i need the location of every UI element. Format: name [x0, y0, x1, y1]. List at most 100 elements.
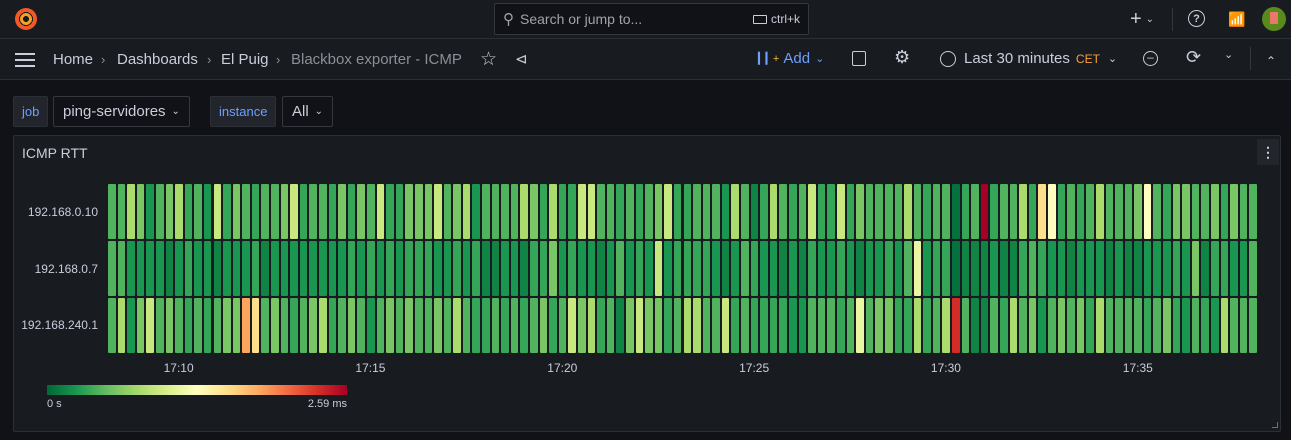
heatmap-cell[interactable]	[482, 298, 490, 353]
heatmap-cell[interactable]	[769, 184, 778, 239]
heatmap-cell[interactable]	[271, 241, 279, 296]
heatmap-cell[interactable]	[366, 298, 375, 353]
heatmap-cell[interactable]	[750, 241, 759, 296]
heatmap-cell[interactable]	[952, 298, 960, 353]
heatmap-cell[interactable]	[530, 298, 538, 353]
heatmap-cell[interactable]	[625, 298, 634, 353]
heatmap-cell[interactable]	[357, 241, 365, 296]
heatmap-cell[interactable]	[1124, 184, 1133, 239]
heatmap-cell[interactable]	[1249, 184, 1257, 239]
heatmap-cell[interactable]	[165, 241, 174, 296]
heatmap-cell[interactable]	[731, 298, 740, 353]
heatmap-cell[interactable]	[942, 298, 951, 353]
heatmap-cell[interactable]	[1201, 184, 1210, 239]
heatmap-cell[interactable]	[146, 241, 154, 296]
heatmap-cell[interactable]	[395, 184, 404, 239]
heatmap-cell[interactable]	[328, 184, 337, 239]
heatmap-cell[interactable]	[1153, 184, 1162, 239]
heatmap-cell[interactable]	[635, 298, 644, 353]
heatmap-cell[interactable]	[357, 298, 365, 353]
heatmap-cell[interactable]	[808, 241, 816, 296]
heatmap-cell[interactable]	[741, 298, 749, 353]
heatmap-cell[interactable]	[597, 298, 605, 353]
search-input[interactable]: ⚲ Search or jump to... ctrl+k	[494, 3, 809, 35]
heatmap-cell[interactable]	[261, 241, 270, 296]
heatmap-cell[interactable]	[1230, 298, 1238, 353]
heatmap-cell[interactable]	[980, 298, 989, 353]
heatmap-cell[interactable]	[280, 241, 289, 296]
heatmap-cell[interactable]	[884, 298, 893, 353]
heatmap-cell[interactable]	[434, 241, 442, 296]
heatmap-cell[interactable]	[194, 298, 202, 353]
heatmap-cell[interactable]	[155, 241, 164, 296]
heatmap-cell[interactable]	[961, 184, 970, 239]
heatmap-cell[interactable]	[136, 184, 145, 239]
heatmap-cell[interactable]	[414, 298, 423, 353]
heatmap-cell[interactable]	[539, 241, 548, 296]
heatmap-cell[interactable]	[654, 298, 663, 353]
heatmap-cell[interactable]	[606, 184, 615, 239]
heatmap-cell[interactable]	[961, 298, 970, 353]
heatmap-cell[interactable]	[462, 298, 471, 353]
heatmap-cell[interactable]	[702, 184, 711, 239]
heatmap-cell[interactable]	[597, 184, 605, 239]
heatmap-cell[interactable]	[568, 184, 576, 239]
heatmap-cell[interactable]	[280, 184, 289, 239]
heatmap-cell[interactable]	[1172, 184, 1181, 239]
heatmap-cell[interactable]	[453, 241, 461, 296]
heatmap-cell[interactable]	[117, 241, 126, 296]
heatmap-cell[interactable]	[846, 298, 855, 353]
heatmap-cell[interactable]	[568, 298, 576, 353]
heatmap-cell[interactable]	[443, 184, 452, 239]
heatmap-cell[interactable]	[386, 241, 394, 296]
heatmap-cell[interactable]	[549, 184, 557, 239]
heatmap-cell[interactable]	[712, 241, 720, 296]
heatmap-cell[interactable]	[712, 184, 720, 239]
heatmap-cell[interactable]	[693, 298, 701, 353]
heatmap-cell[interactable]	[904, 241, 912, 296]
heatmap-cell[interactable]	[366, 241, 375, 296]
heatmap-cell[interactable]	[1028, 298, 1037, 353]
heatmap-cell[interactable]	[817, 184, 826, 239]
heatmap-cell[interactable]	[203, 298, 212, 353]
heatmap-cell[interactable]	[242, 184, 250, 239]
panel-menu-icon[interactable]: ⋮	[1257, 139, 1279, 165]
heatmap-cell[interactable]	[1115, 184, 1123, 239]
refresh-interval-chevron-icon[interactable]: ⌄	[1224, 48, 1233, 61]
heatmap-cell[interactable]	[635, 184, 644, 239]
heatmap-cell[interactable]	[424, 298, 433, 353]
heatmap-cell[interactable]	[1211, 241, 1219, 296]
heatmap-cell[interactable]	[789, 241, 797, 296]
heatmap-cell[interactable]	[664, 184, 672, 239]
heatmap-cell[interactable]	[232, 184, 241, 239]
heatmap-cell[interactable]	[319, 241, 327, 296]
heatmap-cell[interactable]	[1191, 241, 1200, 296]
heatmap-cell[interactable]	[1124, 298, 1133, 353]
heatmap-cell[interactable]	[1143, 298, 1152, 353]
heatmap-cell[interactable]	[750, 184, 759, 239]
heatmap-cell[interactable]	[760, 298, 768, 353]
heatmap-cell[interactable]	[1201, 298, 1210, 353]
heatmap-cell[interactable]	[549, 241, 557, 296]
heatmap-cell[interactable]	[808, 298, 816, 353]
heatmap-cell[interactable]	[798, 298, 807, 353]
heatmap-cell[interactable]	[1009, 241, 1018, 296]
heatmap-cell[interactable]	[175, 298, 183, 353]
heatmap-cell[interactable]	[1067, 298, 1075, 353]
heatmap-cell[interactable]	[223, 241, 231, 296]
heatmap-cell[interactable]	[1143, 184, 1152, 239]
heatmap-cell[interactable]	[702, 241, 711, 296]
heatmap-cell[interactable]	[1047, 241, 1056, 296]
heatmap-cell[interactable]	[290, 298, 298, 353]
heatmap-cell[interactable]	[434, 298, 442, 353]
heatmap-cell[interactable]	[1239, 184, 1248, 239]
heatmap-cell[interactable]	[980, 241, 989, 296]
heatmap-cell[interactable]	[501, 241, 509, 296]
heatmap-cell[interactable]	[932, 241, 941, 296]
heatmap-cell[interactable]	[357, 184, 365, 239]
heatmap-cell[interactable]	[472, 184, 481, 239]
heatmap-cell[interactable]	[1163, 241, 1171, 296]
heatmap-cell[interactable]	[846, 241, 855, 296]
heatmap-cell[interactable]	[597, 241, 605, 296]
heatmap-cell[interactable]	[213, 184, 222, 239]
